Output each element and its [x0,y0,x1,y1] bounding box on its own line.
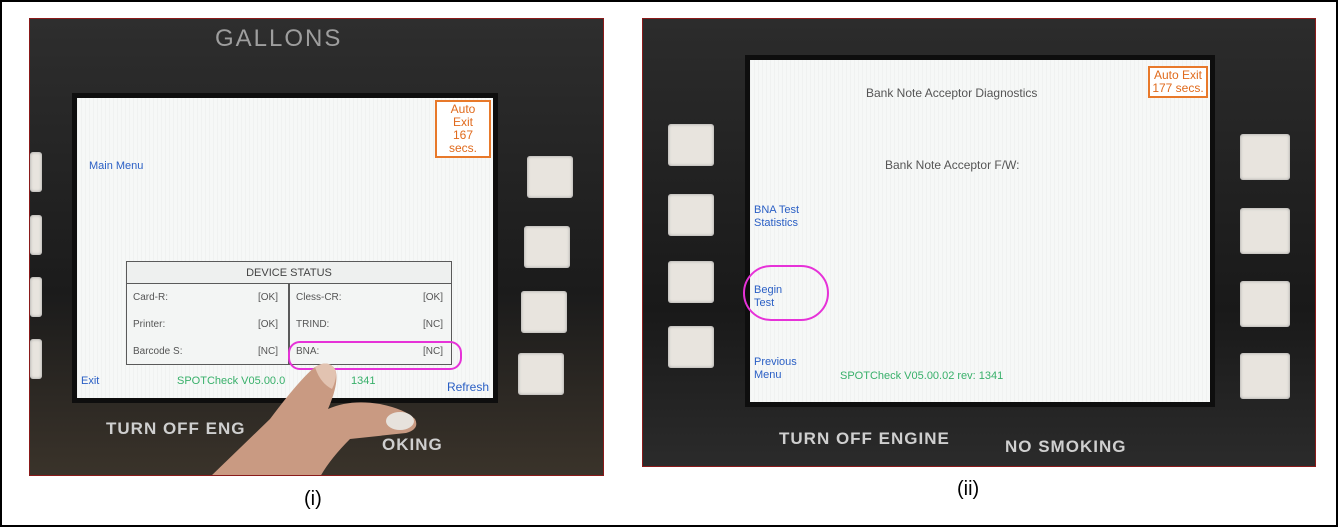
left-soft-key-1[interactable] [668,124,714,166]
device-status-left-column: Card-R: [OK] Printer: [OK] Barcode S: [N… [127,284,290,365]
right-soft-key-1[interactable] [527,156,573,198]
software-version: SPOTCheck V05.00.02 rev: 1341 [840,370,1004,382]
auto-exit-timer: Auto Exit 167 secs. [435,100,491,158]
status-row: Card-R: [OK] [127,284,288,311]
status-device-name: TRIND: [296,319,330,330]
status-row: Cless-CR: [OK] [290,284,453,311]
status-value: [NC] [258,346,278,357]
auto-exit-seconds: 177 secs. [1152,81,1204,95]
left-soft-key-3[interactable] [30,277,42,317]
right-soft-key-2[interactable] [1240,208,1290,254]
status-value: [OK] [422,292,443,303]
left-soft-key-3[interactable] [668,261,714,303]
right-soft-key-2[interactable] [524,226,570,268]
auto-exit-timer: Auto Exit 177 secs. [1148,66,1208,98]
left-soft-key-1[interactable] [30,152,42,192]
previous-menu-line1: Previous [754,356,797,368]
status-value: [OK] [257,292,278,303]
bna-test-statistics-line2: Statistics [754,217,799,229]
left-soft-key-4[interactable] [30,339,42,379]
left-soft-key-2[interactable] [30,215,42,255]
main-menu-option[interactable]: Main Menu [89,160,143,173]
status-value: [OK] [257,319,278,330]
begin-test-highlight [743,265,829,321]
status-row: Printer: [OK] [127,311,288,338]
previous-menu-line2: Menu [754,369,782,381]
bezel-gallons-label: GALLONS [215,25,343,52]
caption-ii: (ii) [957,478,980,500]
bna-test-statistics-option[interactable]: BNA Test Statistics [754,204,799,230]
refresh-option[interactable]: Refresh [447,381,489,394]
right-soft-key-4[interactable] [1240,353,1290,399]
photo-panel-i: GALLONS Auto Exit 167 secs. Main Menu DE… [29,18,604,476]
auto-exit-seconds: 167 secs. [448,128,477,155]
right-soft-key-3[interactable] [521,291,567,333]
left-soft-key-4[interactable] [668,326,714,368]
pump-screen-ii: Bank Note Acceptor Diagnostics Auto Exit… [745,55,1215,407]
exit-option[interactable]: Exit [81,375,99,388]
bezel-no-smoking-label: OKING [382,435,443,454]
status-row: TRIND: [NC] [290,311,453,338]
caption-i: (i) [304,488,322,510]
figure-frame: GALLONS Auto Exit 167 secs. Main Menu DE… [0,0,1338,527]
screen-title: Bank Note Acceptor Diagnostics [866,86,1038,100]
left-soft-key-2[interactable] [668,194,714,236]
status-device-name: Cless-CR: [296,292,342,303]
bezel-turn-off-engine-label: TURN OFF ENG [106,419,246,438]
status-device-name: Barcode S: [133,346,183,357]
firmware-label: Bank Note Acceptor F/W: [885,158,1020,172]
status-device-name: Printer: [133,319,166,330]
pointing-finger [212,363,417,475]
previous-menu-option[interactable]: Previous Menu [754,356,797,382]
auto-exit-label: Auto Exit [450,102,476,129]
right-soft-key-4[interactable] [518,353,564,395]
status-value: [NC] [423,319,443,330]
device-status-title: DEVICE STATUS [127,262,451,284]
bezel-no-smoking-label: NO SMOKING [1005,437,1127,456]
right-soft-key-3[interactable] [1240,281,1290,327]
status-device-name: Card-R: [133,292,169,303]
right-soft-key-1[interactable] [1240,134,1290,180]
photo-panel-ii: Bank Note Acceptor Diagnostics Auto Exit… [642,18,1316,467]
bna-test-statistics-line1: BNA Test [754,204,800,216]
bezel-turn-off-engine-label: TURN OFF ENGINE [779,429,950,448]
